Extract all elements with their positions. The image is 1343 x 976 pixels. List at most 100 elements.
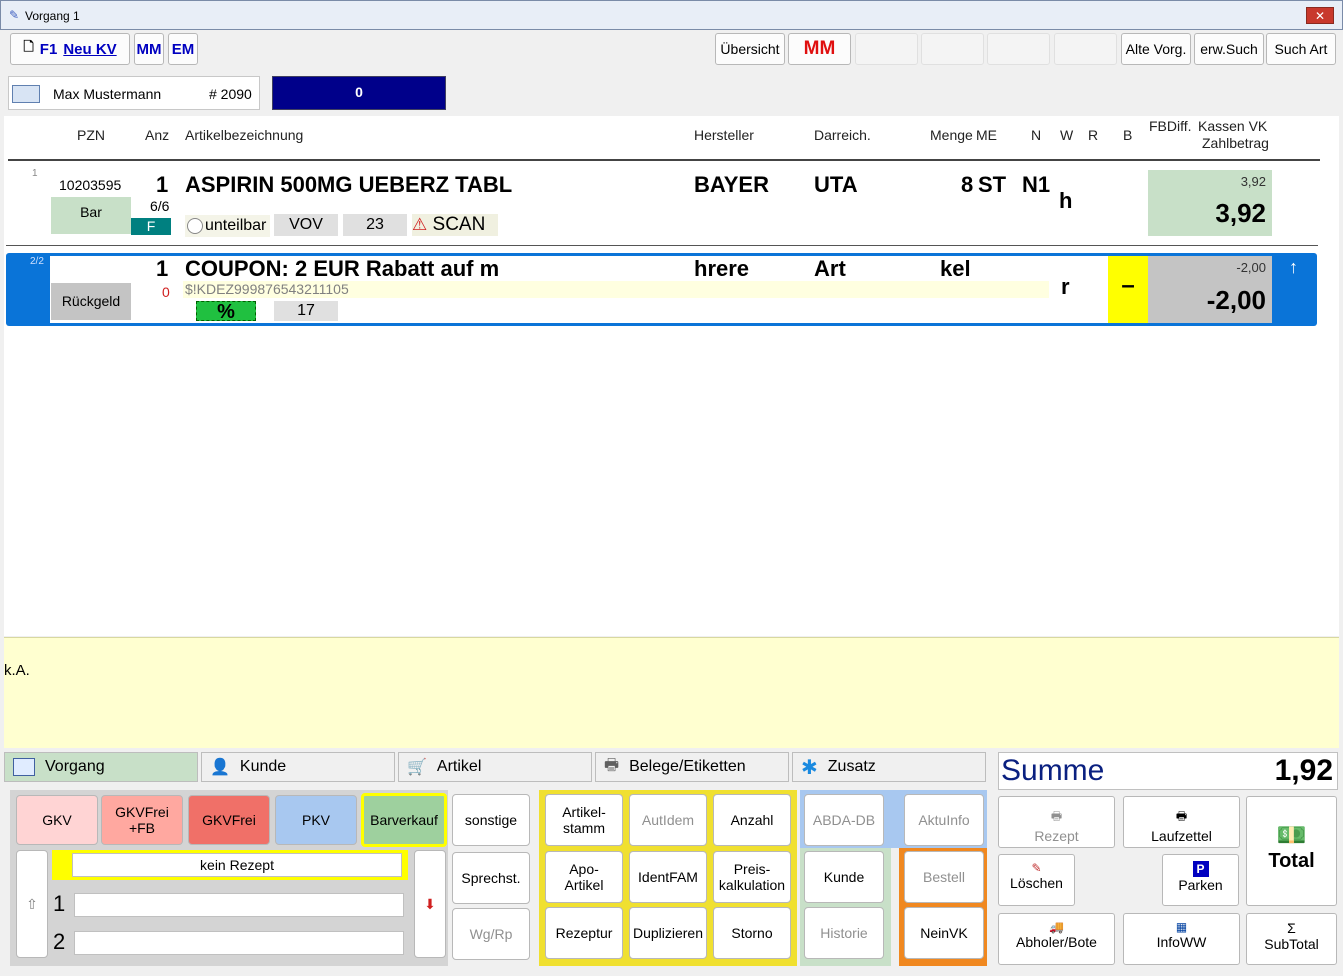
customer-row: Max Mustermann # 2090 0 bbox=[2, 72, 1341, 116]
apo-artikel-button[interactable]: Apo- Artikel bbox=[545, 851, 623, 903]
row-me: ST bbox=[978, 172, 1007, 197]
pay-type-badge[interactable]: Rückgeld bbox=[51, 283, 131, 320]
table-row[interactable]: 1 10203595 1 ASPIRIN 500MG UEBERZ TABL B… bbox=[6, 162, 1316, 242]
row-darreich: UTA bbox=[814, 172, 858, 197]
duplizieren-button[interactable]: Duplizieren bbox=[629, 907, 707, 959]
infoww-button[interactable]: ▦ InfoWW bbox=[1123, 913, 1240, 965]
printer-icon: 🖶 bbox=[604, 756, 620, 774]
total-label: Total bbox=[1268, 850, 1315, 872]
summe-label: Summe bbox=[1001, 754, 1105, 787]
sprechst-button[interactable]: Sprechst. bbox=[452, 852, 530, 904]
row-w: h bbox=[1059, 188, 1073, 213]
row-menge: kel bbox=[940, 256, 971, 281]
row-index: 2/2 bbox=[30, 256, 44, 267]
empty-slot-4[interactable] bbox=[1054, 33, 1117, 65]
gkvfrei-fb-button[interactable]: GKVFrei +FB bbox=[101, 795, 183, 845]
pay-type-badge[interactable]: Bar bbox=[51, 197, 131, 234]
col-n: N bbox=[1031, 127, 1042, 143]
sonstige-button[interactable]: sonstige bbox=[452, 794, 530, 846]
subtotal-button[interactable]: Σ SubTotal bbox=[1246, 913, 1337, 965]
delivery-icon: 🚚 bbox=[1049, 920, 1064, 934]
kunde-button[interactable]: Kunde bbox=[804, 851, 884, 903]
customer-box[interactable]: Max Mustermann # 2090 bbox=[8, 76, 260, 110]
total-button[interactable]: 💵 Total bbox=[1246, 796, 1337, 906]
tab-belege[interactable]: 🖶 Belege/Etiketten bbox=[595, 752, 789, 782]
gkv-button[interactable]: GKV bbox=[16, 795, 98, 845]
tab-artikel[interactable]: 🛒 Artikel bbox=[398, 752, 592, 782]
tab-kunde[interactable]: 👤 Kunde bbox=[201, 752, 395, 782]
empty-slot-3[interactable] bbox=[987, 33, 1050, 65]
wg-rp-button[interactable]: Wg/Rp bbox=[452, 908, 530, 960]
row-divider bbox=[6, 245, 1318, 246]
abda-db-button[interactable]: ABDA-DB bbox=[804, 794, 884, 846]
calculator-icon: ▦ bbox=[1175, 920, 1188, 934]
anzahl-button[interactable]: Anzahl bbox=[713, 794, 791, 846]
storno-button[interactable]: Storno bbox=[713, 907, 791, 959]
row-anz: 1 bbox=[156, 172, 169, 197]
price-box: -2,00 -2,00 bbox=[1148, 256, 1272, 323]
price-value: -2,00 bbox=[1206, 285, 1266, 315]
preiskalkulation-button[interactable]: Preis- kalkulation bbox=[713, 851, 791, 903]
tab-vorgang[interactable]: Vorgang bbox=[4, 752, 198, 782]
erw-such-button[interactable]: erw.Such bbox=[1194, 33, 1264, 65]
historie-button[interactable]: Historie bbox=[804, 907, 884, 959]
flag-badge: F bbox=[131, 218, 171, 235]
row-fraction: 6/6 bbox=[150, 198, 170, 214]
rezept-line-2[interactable] bbox=[74, 931, 404, 955]
row-index: 1 bbox=[32, 168, 38, 179]
tab-label: Artikel bbox=[436, 758, 482, 775]
alte-vorg-button[interactable]: Alte Vorg. bbox=[1121, 33, 1191, 65]
row-pzn: 10203595 bbox=[59, 177, 122, 193]
printer-icon: 🖶 bbox=[1050, 809, 1063, 823]
artikelstamm-button[interactable]: Artikel- stamm bbox=[545, 794, 623, 846]
col-menge: Menge bbox=[930, 127, 973, 143]
such-art-button[interactable]: Such Art bbox=[1266, 33, 1336, 65]
scroll-up-button[interactable]: ⇧ bbox=[16, 850, 48, 958]
empty-slot-2[interactable] bbox=[921, 33, 984, 65]
row-w: r bbox=[1061, 274, 1070, 299]
percent-label: % bbox=[217, 301, 235, 323]
empty-slot-1[interactable] bbox=[855, 33, 918, 65]
row-name: COUPON: 2 EUR Rabatt auf m bbox=[185, 256, 500, 281]
summe-box: Summe 1,92 bbox=[998, 752, 1338, 790]
scroll-down-button[interactable]: ⬇ bbox=[414, 850, 446, 958]
rezept-line-1[interactable] bbox=[74, 893, 404, 917]
rezeptur-button[interactable]: Rezeptur bbox=[545, 907, 623, 959]
abholer-button[interactable]: 🚚 Abholer/Bote bbox=[998, 913, 1115, 965]
autidem-button[interactable]: AutIdem bbox=[629, 794, 707, 846]
parken-button[interactable]: P Parken bbox=[1162, 854, 1239, 906]
tab-label: Kunde bbox=[239, 758, 287, 775]
rezept-status[interactable]: kein Rezept bbox=[72, 853, 402, 877]
loeschen-button[interactable]: ✎ Löschen bbox=[998, 854, 1075, 906]
new-kv-button[interactable]: 🗋 F1 Neu KV bbox=[10, 33, 130, 65]
uebersicht-button[interactable]: Übersicht bbox=[715, 33, 785, 65]
laufzettel-button[interactable]: 🖶 Laufzettel bbox=[1123, 796, 1240, 848]
unteilbar-toggle[interactable]: unteilbar bbox=[185, 215, 270, 237]
toolbar: 🗋 F1 Neu KV MM EM Übersicht MM Alte Vorg… bbox=[2, 30, 1341, 70]
customer-number: # 2090 bbox=[209, 86, 252, 102]
row-n: N1 bbox=[1022, 172, 1051, 197]
gkvfrei-button[interactable]: GKVFrei bbox=[188, 795, 270, 845]
identfam-button[interactable]: IdentFAM bbox=[629, 851, 707, 903]
tab-label: Vorgang bbox=[45, 758, 105, 775]
tab-zusatz[interactable]: ✱ Zusatz bbox=[792, 752, 986, 782]
count-box: 0 bbox=[272, 76, 446, 110]
pkv-button[interactable]: PKV bbox=[275, 795, 357, 845]
window-title: Vorgang 1 bbox=[25, 9, 80, 23]
laufzettel-label: Laufzettel bbox=[1151, 828, 1212, 844]
mm-red-button[interactable]: MM bbox=[788, 33, 851, 65]
em-button[interactable]: EM bbox=[168, 33, 198, 65]
neinvk-button[interactable]: NeinVK bbox=[904, 907, 984, 959]
close-button[interactable]: ✕ bbox=[1306, 7, 1334, 24]
arrow-up-icon[interactable]: ↑ bbox=[1289, 257, 1298, 278]
arrow-up-icon: ⇧ bbox=[26, 896, 38, 912]
scan-badge: ⚠ SCAN bbox=[412, 214, 498, 236]
coupon-code: $!KDEZ999876543211105 bbox=[183, 281, 1049, 298]
aktuinfo-button[interactable]: AktuInfo bbox=[904, 794, 984, 846]
barverkauf-button[interactable]: Barverkauf bbox=[361, 793, 447, 847]
rezept-button[interactable]: 🖶 Rezept bbox=[998, 796, 1115, 848]
bestell-button[interactable]: Bestell bbox=[904, 851, 984, 903]
mm-button[interactable]: MM bbox=[134, 33, 164, 65]
asterisk-icon: ✱ bbox=[801, 756, 818, 779]
table-row[interactable]: Rückgeld 1 0 COUPON: 2 EUR Rabatt auf m … bbox=[50, 256, 1272, 323]
